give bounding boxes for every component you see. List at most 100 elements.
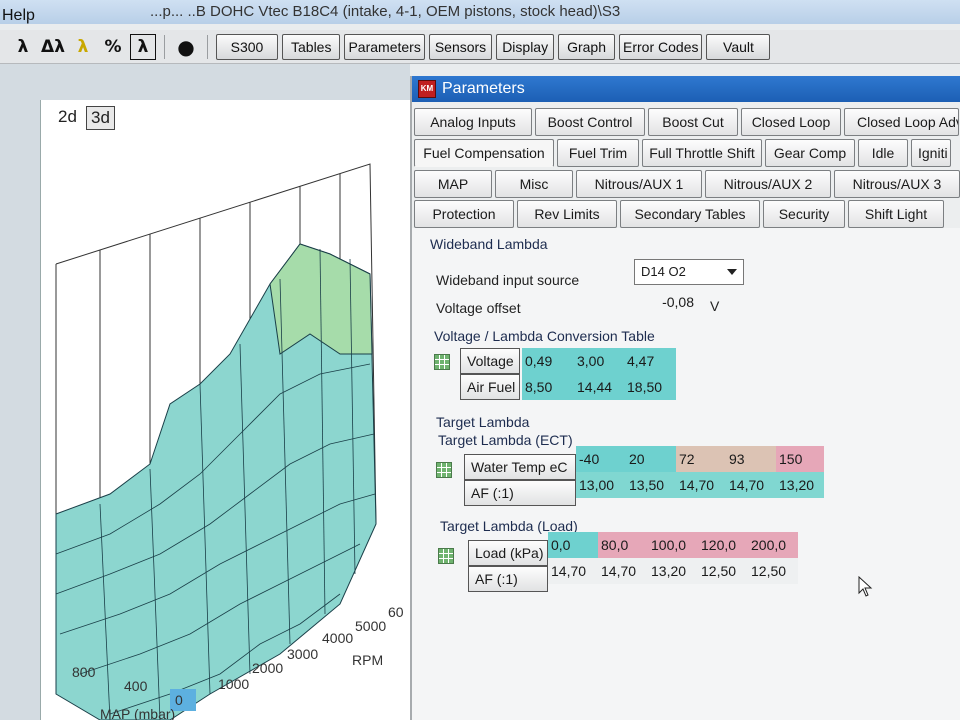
table-editor-icon[interactable] — [436, 462, 452, 478]
water-temp-cell[interactable]: -40 — [576, 446, 626, 472]
rpm-tick-1000: 1000 — [218, 676, 250, 692]
wideband-input-source-select[interactable]: D14 O2 — [634, 259, 744, 285]
wideband-section-title: Wideband Lambda — [430, 236, 548, 252]
water-temp-cell[interactable]: 93 — [726, 446, 776, 472]
parameters-window: KM Parameters Analog Inputs Boost Contro… — [410, 76, 960, 720]
graph-button[interactable]: Graph — [558, 33, 616, 60]
target-lambda-section-title: Target Lambda — [436, 414, 530, 430]
tab-map[interactable]: MAP — [414, 170, 492, 198]
voltage-cell[interactable]: 3,00 — [574, 348, 624, 374]
tab-nitrous-aux-2[interactable]: Nitrous/AUX 2 — [705, 170, 831, 198]
tab-full-throttle-shift[interactable]: Full Throttle Shift — [642, 139, 762, 167]
target-lambda-ect-title: Target Lambda (ECT) — [438, 432, 573, 448]
load-cell[interactable]: 200,0 — [748, 532, 798, 558]
load-cell[interactable]: 100,0 — [648, 532, 698, 558]
display-button[interactable]: Display — [496, 33, 555, 60]
rpm-axis-label: RPM — [352, 652, 384, 668]
wideband-input-source-label: Wideband input source — [436, 272, 580, 288]
tab-security[interactable]: Security — [763, 200, 845, 228]
lambda-box-icon[interactable]: λ — [130, 33, 156, 60]
tab-rev-limits[interactable]: Rev Limits — [517, 200, 617, 228]
lambda-yellow-icon[interactable]: λ — [70, 34, 96, 60]
air-fuel-cell[interactable]: 8,50 — [522, 374, 574, 400]
voltage-cell[interactable]: 4,47 — [624, 348, 676, 374]
error-codes-button[interactable]: Error Codes — [619, 33, 703, 60]
sensors-button[interactable]: Sensors — [428, 33, 493, 60]
load-af-cell[interactable]: 12,50 — [748, 558, 798, 584]
tab-row-1: Analog Inputs Boost Control Boost Cut Cl… — [414, 108, 960, 138]
delta-lambda-icon[interactable]: Δλ — [40, 34, 66, 60]
load-cell[interactable]: 80,0 — [598, 532, 648, 558]
toolbar-separator — [164, 34, 165, 59]
tab-shift-light[interactable]: Shift Light — [848, 200, 944, 228]
tab-fuel-compensation[interactable]: Fuel Compensation — [414, 139, 554, 167]
tab-secondary-tables[interactable]: Secondary Tables — [620, 200, 760, 228]
tab-idle[interactable]: Idle — [858, 139, 908, 167]
mouse-pointer-icon — [858, 576, 873, 597]
tab-closed-loop[interactable]: Closed Loop — [741, 108, 841, 136]
menu-help[interactable]: Help — [0, 4, 35, 28]
ect-af-cell[interactable]: 14,70 — [726, 472, 776, 498]
view-3d-button[interactable]: 3d — [86, 106, 115, 130]
load-af-cell[interactable]: 12,50 — [698, 558, 748, 584]
tab-misc[interactable]: Misc — [495, 170, 573, 198]
rpm-tick-2000: 2000 — [252, 660, 284, 676]
air-fuel-cell[interactable]: 18,50 — [624, 374, 676, 400]
ect-af-cell[interactable]: 13,00 — [576, 472, 626, 498]
lambda-icon[interactable]: λ — [10, 34, 36, 60]
wideband-input-source-value: D14 O2 — [641, 264, 686, 279]
parameters-title-bar: KM Parameters — [412, 76, 960, 102]
fuel-compensation-panel: Wideband Lambda Wideband input source D1… — [412, 228, 960, 720]
vault-button[interactable]: Vault — [706, 33, 771, 60]
tab-row-4: Protection Rev Limits Secondary Tables S… — [414, 200, 947, 230]
toolbar-separator — [207, 34, 208, 59]
tab-boost-control[interactable]: Boost Control — [535, 108, 645, 136]
graph-panel: 2d 3d 800 400 0 MAP (mbar) 1000 2000 300… — [0, 64, 410, 720]
ect-af-cell[interactable]: 13,50 — [626, 472, 676, 498]
view-2d-button[interactable]: 2d — [54, 106, 81, 130]
voltage-row-label: Voltage — [460, 348, 520, 374]
percent-icon[interactable]: % — [100, 34, 126, 60]
table-editor-icon[interactable] — [438, 548, 454, 564]
tab-gear-comp[interactable]: Gear Comp — [765, 139, 855, 167]
tab-row-2: Fuel Compensation Fuel Trim Full Throttl… — [414, 139, 954, 169]
voltage-cell[interactable]: 0,49 — [522, 348, 574, 374]
tab-ignition[interactable]: Igniti — [911, 139, 951, 167]
load-cell[interactable]: 0,0 — [548, 532, 598, 558]
table-editor-icon[interactable] — [434, 354, 450, 370]
ect-af-cell[interactable]: 13,20 — [776, 472, 824, 498]
voltage-offset-input[interactable]: -0,08 — [634, 294, 694, 314]
tab-analog-inputs[interactable]: Analog Inputs — [414, 108, 532, 136]
load-af-cell[interactable]: 13,20 — [648, 558, 698, 584]
load-row-label: Load (kPa) — [468, 540, 548, 566]
window-title: ...p... ..B DOHC Vtec B18C4 (intake, 4-1… — [150, 3, 621, 20]
map-tick-400: 400 — [124, 678, 148, 694]
tab-nitrous-aux-3[interactable]: Nitrous/AUX 3 — [834, 170, 960, 198]
water-temp-cell[interactable]: 72 — [676, 446, 726, 472]
water-temp-cell[interactable]: 150 — [776, 446, 824, 472]
rpm-tick-4000: 4000 — [322, 630, 354, 646]
tab-closed-loop-advanced[interactable]: Closed Loop Advan — [844, 108, 959, 136]
map-tick-0: 0 — [175, 692, 183, 708]
ect-af-row-label: AF (:1) — [464, 480, 576, 506]
tab-boost-cut[interactable]: Boost Cut — [648, 108, 738, 136]
load-af-cell[interactable]: 14,70 — [598, 558, 648, 584]
rpm-tick-5000: 5000 — [355, 618, 387, 634]
water-temp-cell[interactable]: 20 — [626, 446, 676, 472]
chevron-down-icon — [727, 269, 737, 275]
air-fuel-row-label: Air Fuel — [460, 374, 520, 400]
map-tick-800: 800 — [72, 664, 96, 680]
record-icon[interactable]: ● — [173, 34, 199, 60]
tab-fuel-trim[interactable]: Fuel Trim — [557, 139, 639, 167]
s300-button[interactable]: S300 — [216, 33, 278, 60]
parameters-button[interactable]: Parameters — [344, 33, 425, 60]
tables-button[interactable]: Tables — [282, 33, 341, 60]
voltage-offset-unit: V — [710, 298, 720, 314]
load-cell[interactable]: 120,0 — [698, 532, 748, 558]
window-title-bar: Help ...p... ..B DOHC Vtec B18C4 (intake… — [0, 0, 960, 24]
tab-nitrous-aux-1[interactable]: Nitrous/AUX 1 — [576, 170, 702, 198]
tab-protection[interactable]: Protection — [414, 200, 514, 228]
load-af-cell[interactable]: 14,70 — [548, 558, 598, 584]
air-fuel-cell[interactable]: 14,44 — [574, 374, 624, 400]
ect-af-cell[interactable]: 14,70 — [676, 472, 726, 498]
